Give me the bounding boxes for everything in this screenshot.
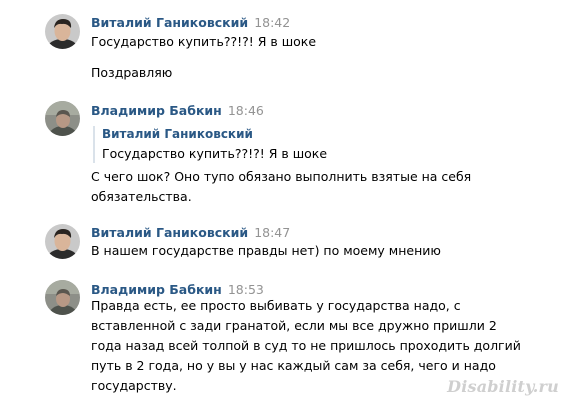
- author-name[interactable]: Виталий Ганиковский: [91, 225, 248, 240]
- reply-quote[interactable]: Виталий Ганиковский Государство купить??…: [93, 126, 327, 163]
- author-name[interactable]: Виталий Ганиковский: [91, 15, 248, 30]
- avatar[interactable]: [45, 14, 80, 49]
- message-time[interactable]: 18:47: [254, 225, 290, 240]
- site-watermark: Disability.ru: [447, 377, 559, 396]
- message-time[interactable]: 18:53: [228, 282, 264, 297]
- quote-text: Государство купить??!?! Я в шоке: [102, 146, 328, 161]
- avatar[interactable]: [45, 101, 80, 136]
- message-time[interactable]: 18:46: [228, 103, 264, 118]
- quote-author: Виталий Ганиковский: [102, 127, 253, 141]
- author-name[interactable]: Владимир Бабкин: [91, 282, 222, 297]
- message-header: Владимир Бабкин 18:46: [91, 103, 264, 119]
- chat-history: Виталий Ганиковский 18:42 Государство куп…: [0, 0, 563, 402]
- message-text: В нашем государстве правды нет) по моему…: [91, 243, 441, 258]
- message-time[interactable]: 18:42: [254, 15, 290, 30]
- author-name[interactable]: Владимир Бабкин: [91, 103, 222, 118]
- avatar[interactable]: [45, 280, 80, 315]
- message-text: Поздравляю: [91, 65, 173, 80]
- message-text: Государство купить??!?! Я в шоке: [91, 34, 317, 49]
- message-text: С чего шок? Оно тупо обязано выполнить в…: [91, 169, 472, 204]
- message-header: Виталий Ганиковский 18:47: [91, 225, 290, 241]
- message-header: Виталий Ганиковский 18:42: [91, 15, 290, 31]
- avatar[interactable]: [45, 224, 80, 259]
